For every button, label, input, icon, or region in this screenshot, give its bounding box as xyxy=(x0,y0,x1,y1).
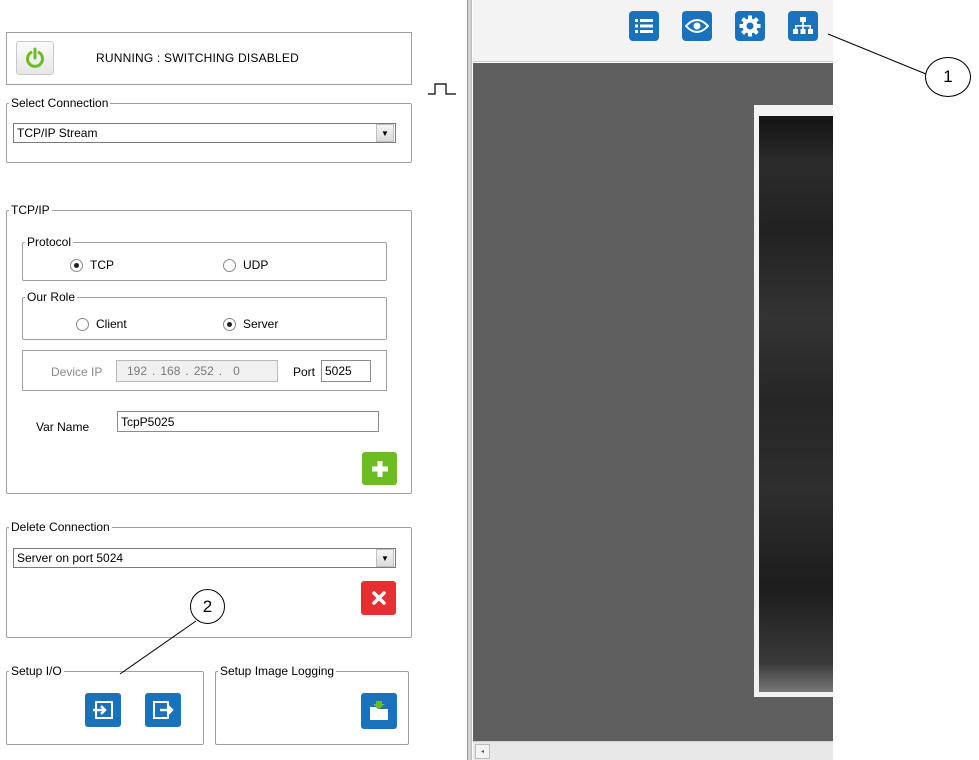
callout-1: 1 xyxy=(925,57,971,97)
protocol-group: Protocol TCP UDP xyxy=(22,236,387,281)
select-connection-group: Select Connection TCP/IP Stream ▼ xyxy=(6,97,412,163)
protocol-udp-radio[interactable]: UDP xyxy=(223,258,268,272)
callout-2: 2 xyxy=(190,589,225,624)
select-connection-legend: Select Connection xyxy=(11,96,109,110)
viewer-toolbar xyxy=(473,0,833,62)
role-legend: Our Role xyxy=(27,290,76,304)
list-icon xyxy=(635,19,653,33)
setup-image-logging-legend: Setup Image Logging xyxy=(220,664,335,678)
device-ip-input: 192 . 168 . 252 . 0 xyxy=(116,360,278,382)
network-icon-button[interactable] xyxy=(788,11,818,41)
radio-empty-icon xyxy=(76,317,89,331)
radio-selected-icon xyxy=(70,258,83,272)
scroll-left-button[interactable]: ◂ xyxy=(475,744,490,759)
role-client-label: Client xyxy=(96,317,127,331)
network-icon xyxy=(793,17,813,34)
delete-connection-select[interactable]: Server on port 5024 ▼ xyxy=(13,548,396,568)
list-icon-button[interactable] xyxy=(629,11,659,41)
eye-icon xyxy=(685,19,709,33)
ip-octet-2: 168 xyxy=(160,364,181,378)
image-logging-button[interactable] xyxy=(361,693,397,729)
image-viewer[interactable] xyxy=(473,63,833,741)
close-icon xyxy=(371,591,386,605)
delete-connection-value: Server on port 5024 xyxy=(17,551,124,565)
role-server-radio[interactable]: Server xyxy=(223,317,278,331)
protocol-udp-label: UDP xyxy=(243,258,269,272)
captured-image-content xyxy=(759,116,833,692)
status-text: RUNNING : SWITCHING DISABLED xyxy=(96,51,299,65)
status-panel: RUNNING : SWITCHING DISABLED xyxy=(6,32,412,85)
input-icon xyxy=(93,701,113,719)
ip-octet-4: 0 xyxy=(233,364,240,378)
role-server-label: Server xyxy=(243,317,279,331)
setup-output-button[interactable] xyxy=(145,693,181,727)
connection-type-value: TCP/IP Stream xyxy=(17,126,98,140)
callout-2-leader xyxy=(119,620,197,675)
eye-icon-button[interactable] xyxy=(682,11,712,41)
output-icon xyxy=(153,701,174,719)
protocol-legend: Protocol xyxy=(27,235,72,249)
tcpip-legend: TCP/IP xyxy=(11,203,50,217)
delete-connection-button[interactable] xyxy=(361,581,396,615)
callout-1-leader xyxy=(827,33,927,75)
radio-empty-icon xyxy=(223,258,236,272)
gear-icon xyxy=(739,15,761,37)
setup-image-logging-group: Setup Image Logging xyxy=(215,665,409,745)
connection-type-select[interactable]: TCP/IP Stream ▼ xyxy=(13,123,396,143)
var-name-label: Var Name xyxy=(36,420,90,434)
role-client-radio[interactable]: Client xyxy=(76,317,127,331)
chevron-down-icon[interactable]: ▼ xyxy=(376,549,394,567)
setup-io-group: Setup I/O xyxy=(6,665,204,745)
setup-input-button[interactable] xyxy=(85,693,121,727)
folder-download-icon xyxy=(370,701,388,720)
device-ip-label: Device IP xyxy=(51,365,103,379)
horizontal-scrollbar[interactable]: ◂ xyxy=(473,741,833,760)
tcpip-group: TCP/IP Protocol TCP UDP Our Role Client … xyxy=(6,204,412,494)
captured-image xyxy=(754,105,833,697)
ip-octet-1: 192 xyxy=(127,364,148,378)
device-ip-box: Device IP 192 . 168 . 252 . 0 Port 5025 xyxy=(22,350,387,391)
panel-splitter[interactable] xyxy=(467,0,472,760)
add-connection-button[interactable] xyxy=(362,452,397,485)
power-icon xyxy=(26,47,44,68)
power-button[interactable] xyxy=(16,41,54,75)
role-group: Our Role Client Server xyxy=(22,291,387,340)
setup-io-legend: Setup I/O xyxy=(11,664,62,678)
delete-connection-legend: Delete Connection xyxy=(11,520,110,534)
port-input[interactable]: 5025 xyxy=(321,360,371,382)
radio-selected-icon xyxy=(223,317,236,331)
protocol-tcp-radio[interactable]: TCP xyxy=(70,258,114,272)
port-label: Port xyxy=(293,365,316,379)
gear-icon-button[interactable] xyxy=(735,11,765,41)
pulse-icon xyxy=(428,83,456,95)
protocol-tcp-label: TCP xyxy=(90,258,114,272)
var-name-input[interactable]: TcpP5025 xyxy=(117,411,379,432)
chevron-down-icon[interactable]: ▼ xyxy=(376,124,394,142)
ip-octet-3: 252 xyxy=(193,364,214,378)
plus-icon xyxy=(371,460,388,477)
